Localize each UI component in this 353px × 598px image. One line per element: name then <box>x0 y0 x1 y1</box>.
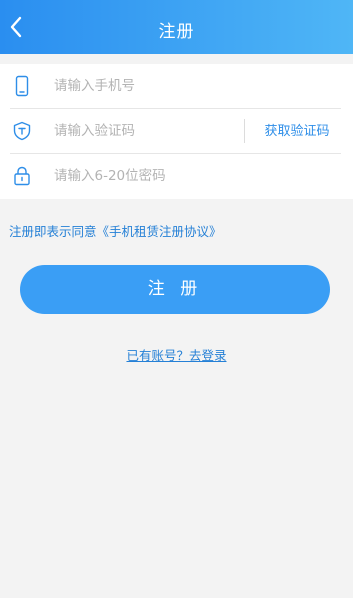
agreement-link[interactable]: 《手机租赁注册协议》 <box>97 224 222 239</box>
verification-code-input[interactable] <box>54 119 234 143</box>
password-input[interactable] <box>54 164 304 188</box>
divider <box>244 119 245 143</box>
agreement-prefix: 注册即表示同意 <box>9 224 97 239</box>
agreement-text: 注册即表示同意《手机租赁注册协议》 <box>9 221 222 240</box>
phone-icon <box>11 75 33 97</box>
lock-icon <box>11 165 33 187</box>
top-bar: 注册 <box>0 0 353 54</box>
page-title: 注册 <box>158 22 195 42</box>
phone-row <box>0 64 353 109</box>
go-login-link[interactable]: 已有账号？去登录 <box>0 345 353 364</box>
register-button[interactable]: 注 册 <box>20 265 330 314</box>
code-row: 获取验证码 <box>0 109 353 154</box>
phone-input[interactable] <box>54 74 234 98</box>
password-row <box>0 154 353 199</box>
get-code-button[interactable]: 获取验证码 <box>253 109 341 154</box>
register-form: 获取验证码 <box>0 64 353 199</box>
shield-icon <box>11 120 33 142</box>
